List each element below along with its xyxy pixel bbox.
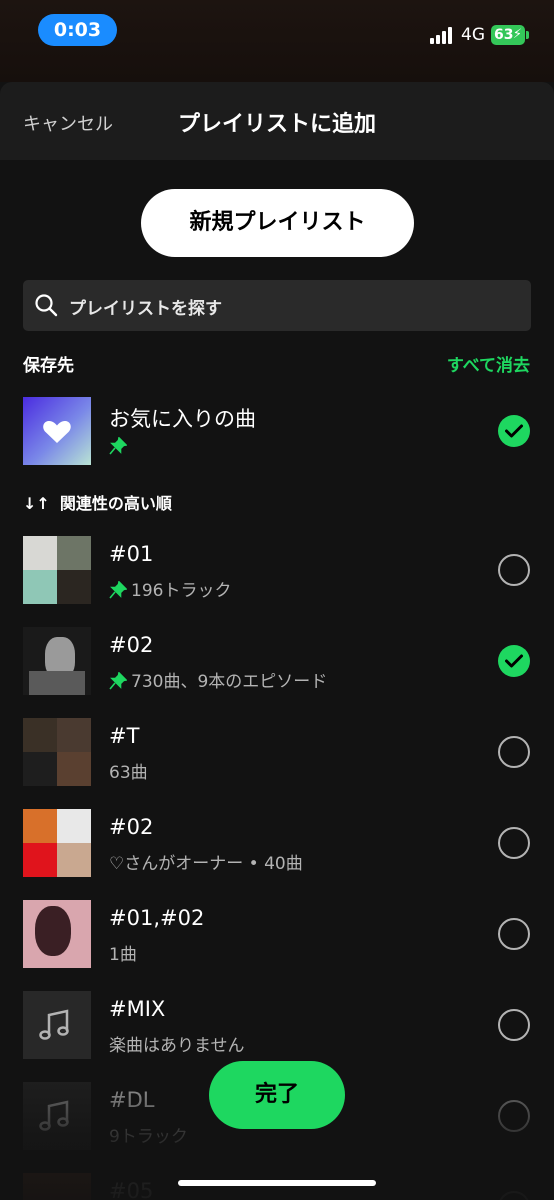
- playlist-cover: [23, 718, 91, 786]
- status-bar: 0:03 4G 63 ⚡: [0, 0, 554, 82]
- playlist-checkbox[interactable]: [498, 554, 530, 586]
- playlist-row-1[interactable]: #01 196トラック: [0, 536, 554, 604]
- liked-songs-row[interactable]: お気に入りの曲: [0, 397, 554, 465]
- playlist-subtitle: 63曲: [109, 763, 148, 783]
- playlist-row-8[interactable]: #05: [0, 1173, 554, 1200]
- playlist-cover: [23, 809, 91, 877]
- battery-icon: 63 ⚡: [491, 25, 525, 45]
- playlist-row-4[interactable]: #02 ♡さんがオーナー • 40曲: [0, 809, 554, 877]
- playlist-subtitle: 1曲: [109, 945, 137, 965]
- cancel-button[interactable]: キャンセル: [23, 110, 113, 136]
- signal-icon: [430, 26, 454, 44]
- pin-icon: [109, 581, 127, 599]
- playlist-checkbox[interactable]: [498, 1009, 530, 1041]
- done-button[interactable]: 完了: [209, 1061, 345, 1129]
- battery-cap: [526, 31, 529, 39]
- playlist-title: #05: [109, 1179, 154, 1200]
- playlist-cover: [23, 991, 91, 1059]
- home-indicator[interactable]: [178, 1180, 376, 1186]
- playlist-cover: [23, 627, 91, 695]
- pin-icon: [109, 437, 127, 455]
- playlist-title: #02: [109, 815, 154, 839]
- playlist-subtitle: 730曲、9本のエピソード: [109, 667, 327, 692]
- music-note-icon: [39, 1100, 69, 1131]
- liked-songs-checkbox[interactable]: [498, 415, 530, 447]
- playlist-subtitle: 196トラック: [109, 576, 231, 601]
- pin-indicator: [109, 437, 131, 457]
- playlist-subtitle: 楽曲はありません: [109, 1036, 245, 1056]
- playlist-cover: [23, 1082, 91, 1150]
- playlist-title: #01,#02: [109, 906, 205, 930]
- clear-all-button[interactable]: すべて消去: [447, 351, 530, 376]
- sort-label: 関連性の高い順: [59, 494, 172, 513]
- playlist-subtitle: ♡さんがオーナー • 40曲: [109, 854, 303, 874]
- playlist-checkbox[interactable]: [498, 1100, 530, 1132]
- liked-songs-cover: [23, 397, 91, 465]
- battery-level: 63: [494, 27, 514, 43]
- playlist-checkbox[interactable]: [498, 827, 530, 859]
- new-playlist-button[interactable]: 新規プレイリスト: [141, 189, 414, 257]
- playlist-title: #DL: [109, 1088, 155, 1112]
- sort-icon: ↓↑: [23, 494, 50, 513]
- playlist-row-3[interactable]: #T 63曲: [0, 718, 554, 786]
- checkmark-icon: [505, 424, 523, 438]
- sort-button[interactable]: ↓↑ 関連性の高い順: [23, 490, 172, 514]
- playlist-row-2[interactable]: #02 730曲、9本のエピソード: [0, 627, 554, 695]
- playlist-row-5[interactable]: #01,#02 1曲: [0, 900, 554, 968]
- playlist-subtitle: 9トラック: [109, 1127, 188, 1147]
- status-time: 0:03: [38, 14, 117, 46]
- playlist-checkbox[interactable]: [498, 736, 530, 768]
- playlist-checkbox[interactable]: [498, 918, 530, 950]
- saved-section-label: 保存先: [23, 356, 74, 376]
- playlist-subtitle-text: 730曲、9本のエピソード: [131, 672, 328, 692]
- network-type: 4G: [461, 25, 485, 45]
- playlist-cover: [23, 1173, 91, 1200]
- playlist-cover: [23, 536, 91, 604]
- search-placeholder: プレイリストを探す: [69, 299, 222, 319]
- search-input[interactable]: プレイリストを探す: [23, 280, 531, 331]
- pin-icon: [109, 672, 127, 690]
- music-note-icon: [39, 1009, 69, 1040]
- checkmark-icon: [505, 654, 523, 668]
- playlist-cover: [23, 900, 91, 968]
- liked-songs-title: お気に入りの曲: [109, 407, 256, 431]
- playlist-subtitle-text: 196トラック: [131, 581, 232, 601]
- playlist-title: #MIX: [109, 997, 166, 1021]
- sheet-header: プレイリストに追加 キャンセル: [0, 82, 554, 160]
- heart-icon: [43, 420, 71, 443]
- playlist-checkbox[interactable]: [498, 645, 530, 677]
- playlist-title: #02: [109, 633, 154, 657]
- playlist-title: #01: [109, 542, 154, 566]
- playlist-title: #T: [109, 724, 140, 748]
- playlist-checkbox[interactable]: [498, 1191, 530, 1200]
- search-icon: [35, 294, 58, 317]
- playlist-row-6[interactable]: #MIX 楽曲はありません: [0, 991, 554, 1059]
